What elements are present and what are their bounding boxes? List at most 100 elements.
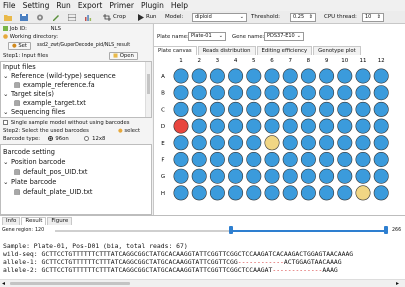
plate-well[interactable] bbox=[319, 68, 335, 84]
plate-well[interactable] bbox=[337, 152, 353, 168]
plate-well[interactable] bbox=[228, 185, 244, 201]
plate-well[interactable] bbox=[300, 68, 316, 84]
plate-well[interactable] bbox=[337, 185, 353, 201]
plate-well[interactable] bbox=[337, 168, 353, 184]
plate-well[interactable] bbox=[228, 168, 244, 184]
open-button[interactable]: ■ Open bbox=[109, 52, 138, 60]
plate-well[interactable] bbox=[191, 135, 207, 151]
plate-well[interactable] bbox=[264, 168, 280, 184]
plate-well[interactable] bbox=[355, 118, 371, 134]
plate-well[interactable] bbox=[209, 68, 225, 84]
plate-barcode-file[interactable]: default_plate_UID.txt bbox=[23, 188, 93, 196]
menu-plugin[interactable]: Plugin bbox=[141, 1, 164, 10]
plate-well[interactable] bbox=[264, 68, 280, 84]
plate-well[interactable] bbox=[300, 135, 316, 151]
plate-well[interactable] bbox=[300, 168, 316, 184]
plate-well[interactable] bbox=[209, 118, 225, 134]
run-button[interactable]: Run bbox=[146, 14, 157, 20]
tree-item-target[interactable]: Target site(s) bbox=[11, 90, 54, 98]
barcode-96on-radio[interactable] bbox=[47, 136, 53, 141]
plate-well[interactable] bbox=[228, 68, 244, 84]
plate-well[interactable] bbox=[191, 101, 207, 117]
tab-result[interactable]: Result bbox=[21, 217, 47, 225]
plate-well[interactable] bbox=[173, 68, 189, 84]
expand-icon[interactable]: ⌄ bbox=[3, 158, 9, 166]
table-icon[interactable] bbox=[68, 14, 76, 21]
crop-button[interactable]: Crop bbox=[113, 14, 126, 20]
plate-well[interactable] bbox=[319, 101, 335, 117]
plate-well[interactable] bbox=[246, 118, 262, 134]
plate-name-select[interactable]: Plate-01 ⌄ bbox=[188, 32, 226, 41]
plate-well[interactable] bbox=[355, 185, 371, 201]
plate-well[interactable] bbox=[209, 152, 225, 168]
plate-well[interactable] bbox=[373, 185, 389, 201]
plate-well[interactable] bbox=[246, 135, 262, 151]
open-folder-icon[interactable] bbox=[4, 14, 12, 21]
plate-well[interactable] bbox=[355, 168, 371, 184]
single-sample-row[interactable]: Single sample model without using barcod… bbox=[0, 119, 152, 127]
plate-well[interactable] bbox=[373, 85, 389, 101]
plate-well[interactable] bbox=[337, 68, 353, 84]
plate-well[interactable] bbox=[355, 152, 371, 168]
plate-well[interactable] bbox=[300, 185, 316, 201]
plate-well[interactable] bbox=[191, 68, 207, 84]
plate-well[interactable] bbox=[282, 135, 298, 151]
plate-well[interactable] bbox=[373, 168, 389, 184]
plate-well[interactable] bbox=[300, 85, 316, 101]
plate-well[interactable] bbox=[319, 135, 335, 151]
expand-icon[interactable]: ⌄ bbox=[3, 90, 9, 98]
plate-well[interactable] bbox=[355, 85, 371, 101]
plate-canvas[interactable]: 1 2 3 4 5 6 7 8 9 10 11 12ABCDEFGH bbox=[153, 55, 405, 215]
scroll-left-icon[interactable]: ◂ bbox=[2, 280, 5, 287]
plate-well[interactable] bbox=[228, 152, 244, 168]
tree-item-plate-barcode[interactable]: Plate barcode bbox=[11, 178, 56, 186]
run-icon[interactable] bbox=[137, 14, 145, 21]
plate-well[interactable] bbox=[209, 101, 225, 117]
plate-well[interactable] bbox=[300, 101, 316, 117]
gene-region-slider-handle-left[interactable] bbox=[229, 226, 233, 234]
menu-help[interactable]: Help bbox=[171, 1, 188, 10]
plate-well[interactable] bbox=[337, 101, 353, 117]
plate-well[interactable] bbox=[209, 85, 225, 101]
plate-well[interactable] bbox=[264, 185, 280, 201]
plate-well[interactable] bbox=[282, 185, 298, 201]
plate-well[interactable] bbox=[337, 118, 353, 134]
set-button[interactable]: ● Set bbox=[8, 42, 32, 50]
plate-well[interactable] bbox=[173, 101, 189, 117]
plate-well[interactable] bbox=[282, 168, 298, 184]
tab-editing-efficiency[interactable]: Editing efficiency bbox=[256, 46, 313, 55]
menu-setting[interactable]: Setting bbox=[23, 1, 50, 10]
settings-icon[interactable] bbox=[36, 14, 44, 21]
plate-well[interactable] bbox=[228, 118, 244, 134]
expand-icon[interactable]: ⌄ bbox=[3, 72, 9, 80]
model-select[interactable]: diploid ⌄ bbox=[192, 13, 247, 22]
reference-file[interactable]: example_reference.fa bbox=[23, 81, 95, 89]
plate-well[interactable] bbox=[355, 68, 371, 84]
plate-well[interactable] bbox=[246, 68, 262, 84]
plate-well[interactable] bbox=[373, 101, 389, 117]
plate-well[interactable] bbox=[373, 152, 389, 168]
plate-well[interactable] bbox=[191, 85, 207, 101]
menu-export[interactable]: Export bbox=[78, 1, 103, 10]
menu-run[interactable]: Run bbox=[56, 1, 70, 10]
plate-well[interactable] bbox=[282, 68, 298, 84]
input-files-scrollbar[interactable] bbox=[145, 62, 151, 117]
plate-well[interactable] bbox=[191, 152, 207, 168]
horizontal-scrollbar[interactable]: ◂ ▸ bbox=[0, 279, 405, 287]
gene-region-slider-handle-right[interactable] bbox=[384, 226, 388, 234]
scrollbar-thumb[interactable] bbox=[10, 282, 130, 285]
plate-well[interactable] bbox=[228, 101, 244, 117]
plate-well[interactable] bbox=[173, 118, 189, 134]
plate-well[interactable] bbox=[319, 168, 335, 184]
tab-plate-canvas[interactable]: Plate canvas bbox=[153, 46, 197, 55]
target-file[interactable]: example_target.txt bbox=[23, 99, 86, 107]
expand-icon[interactable]: ⌄ bbox=[3, 178, 9, 186]
plate-well[interactable] bbox=[209, 135, 225, 151]
plate-well[interactable] bbox=[355, 135, 371, 151]
plate-well[interactable] bbox=[191, 118, 207, 134]
plate-well[interactable] bbox=[264, 152, 280, 168]
plate-well[interactable] bbox=[337, 135, 353, 151]
plate-well[interactable] bbox=[173, 135, 189, 151]
crop-icon[interactable] bbox=[103, 14, 111, 21]
plate-well[interactable] bbox=[355, 101, 371, 117]
